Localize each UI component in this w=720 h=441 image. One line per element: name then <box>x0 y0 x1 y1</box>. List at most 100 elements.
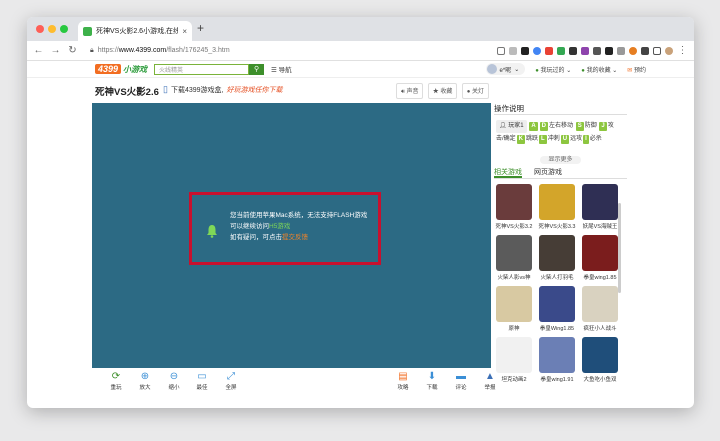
game-name: 妖尾VS海贼王 <box>582 224 618 230</box>
nav-menu-link[interactable]: ☰ 导航 <box>271 64 292 74</box>
game-bottom-bar: ⟳ 重玩 ⊕ 放大 ⊖ 缩小 ▭ 最佳 ⤢ 全屏 ▤ 攻略 ⬇ 下载 ▬ 评论 ▲ 举报 <box>92 369 495 395</box>
star-icon[interactable] <box>509 46 517 55</box>
bell-icon <box>207 225 217 238</box>
game-name: 拳皇wing1.85 <box>583 275 617 281</box>
sound-button[interactable]: 🔊︎ 声音 <box>396 83 424 99</box>
extension-icon[interactable] <box>581 46 589 55</box>
browser-toolbar: ← → ↻ 🔒︎ https://www.4399.com/flash/1762… <box>27 41 694 61</box>
extension-icon[interactable] <box>593 46 601 55</box>
share-icon[interactable] <box>497 46 505 55</box>
report-button[interactable]: ▲ 举报 <box>478 371 502 391</box>
profile-avatar[interactable] <box>665 46 673 55</box>
fit-button[interactable]: ▭ 最佳 <box>190 371 214 391</box>
favorite-label: 收藏 <box>440 89 453 95</box>
minimize-window-button[interactable] <box>48 25 56 33</box>
special-label: 必杀 <box>589 136 602 142</box>
promo-text: 下载4399游戏盒, <box>170 86 224 94</box>
extension-icons: ⋮ <box>497 45 688 56</box>
game-tile[interactable]: 大鱼吃小鱼双 <box>580 337 620 385</box>
tab-related-games[interactable]: 相关游戏 <box>494 167 522 178</box>
confirm-label: 击/确定 <box>496 136 516 142</box>
game-tile[interactable]: 火柴人影vs神 <box>494 235 534 283</box>
notice-line-2-prefix: 可以继续访问 <box>230 223 269 230</box>
game-tile[interactable]: 疯狂小人战斗 <box>580 286 620 334</box>
notice-line-3: 如有疑问，可点击提交反馈 <box>230 232 367 243</box>
menu-icon[interactable]: ⋮ <box>677 45 688 56</box>
guide-button[interactable]: ▤ 攻略 <box>391 371 415 391</box>
tab-close-icon[interactable]: × <box>182 27 187 36</box>
maximize-window-button[interactable] <box>60 25 68 33</box>
search-input[interactable]: 火线精英 <box>154 63 250 75</box>
zoom-out-icon: ⊖ <box>169 371 179 382</box>
game-tile[interactable]: 死神VS火影3.2 <box>494 184 534 232</box>
zoom-in-icon: ⊕ <box>140 371 150 382</box>
site-favicon-icon <box>83 26 92 36</box>
scrollbar[interactable] <box>618 203 621 293</box>
checkin-link[interactable]: ✉ 预约 <box>627 65 646 74</box>
game-tile[interactable]: 妖尾VS海贼王 <box>580 184 620 232</box>
sidebar-icon[interactable] <box>653 46 661 55</box>
zoom-in-button[interactable]: ⊕ 放大 <box>133 371 157 391</box>
show-more-button[interactable]: 显示更多 <box>540 156 581 164</box>
tab-web-games[interactable]: 网页游戏 <box>534 167 562 178</box>
extension-icon[interactable] <box>545 46 553 55</box>
key-j: J <box>599 122 607 131</box>
new-tab-button[interactable]: + <box>197 21 204 35</box>
game-thumbnail <box>582 235 618 271</box>
game-tile[interactable]: 拳皇Wing1.85 <box>537 286 577 334</box>
extension-icon[interactable] <box>617 46 625 55</box>
game-name: 原神 <box>508 326 520 332</box>
notice-line-3-prefix: 如有疑问，可点击 <box>230 234 282 241</box>
reload-icon[interactable]: ↻ <box>67 45 78 56</box>
address-bar[interactable]: 🔒︎ https://www.4399.com/flash/176245_3.h… <box>84 47 444 55</box>
site-logo[interactable]: 4399 <box>95 64 122 74</box>
download-button[interactable]: ⬇ 下载 <box>420 371 444 391</box>
download-promo[interactable]: ▯ 下载4399游戏盒, 好玩游戏任你下载 <box>163 84 282 95</box>
comment-button[interactable]: ▬ 评论 <box>449 371 473 391</box>
browser-window: 死神VS火影2.6小游戏,在线玩,4 × + ← → ↻ 🔒︎ https://… <box>27 17 694 408</box>
my-games-link[interactable]: ● 我玩过的 ⌄ <box>535 65 571 74</box>
fullscreen-button[interactable]: ⤢ 全屏 <box>219 371 243 391</box>
game-tile[interactable]: 原神 <box>494 286 534 334</box>
game-tile[interactable]: 拳皇wing1.91 <box>537 337 577 385</box>
bottom-button-label: 最佳 <box>196 385 208 391</box>
side-panel: 操作说明 👤︎ 玩家1 A D 左右移动 S 防御 J攻 击/确定 K 跳跃 L 冲刺 U 远攻 I… <box>494 103 627 383</box>
zoom-out-button[interactable]: ⊖ 缩小 <box>162 371 186 391</box>
user-menu[interactable]: e*昵 ⌄ <box>485 63 526 75</box>
game-tile[interactable]: 火柴人打羽毛 <box>537 235 577 283</box>
game-canvas[interactable]: 您当前使用苹果Mac系统，无法支持FLASH游戏 可以继续访问H5游戏 如有疑问… <box>92 103 491 368</box>
controls-description: 👤︎ 玩家1 A D 左右移动 S 防御 J攻 击/确定 K 跳跃 L 冲刺 U 远攻 I 必杀 <box>494 115 627 151</box>
nav-label: 导航 <box>278 67 292 74</box>
game-tile[interactable]: 死神VS火影3.3 <box>537 184 577 232</box>
key-i: I <box>583 135 589 144</box>
refresh-button[interactable]: ⟳ 重玩 <box>104 371 128 391</box>
feedback-link[interactable]: 提交反馈 <box>282 234 308 241</box>
notice-line-1: 您当前使用苹果Mac系统，无法支持FLASH游戏 <box>230 212 368 219</box>
site-logo-sub[interactable]: 小游戏 <box>123 64 147 75</box>
favorite-button[interactable]: ★ 收藏 <box>427 83 458 99</box>
extension-icon[interactable] <box>533 46 541 55</box>
move-label: 左右移动 <box>549 123 574 129</box>
extension-icon[interactable] <box>557 46 565 55</box>
game-tile[interactable]: 拳皇wing1.85 <box>580 235 620 283</box>
favorites-link[interactable]: ● 我的收藏 ⌄ <box>581 65 617 74</box>
lights-off-button[interactable]: ● 关灯 <box>461 83 489 99</box>
h5-games-link[interactable]: H5游戏 <box>269 223 290 230</box>
forward-icon[interactable]: → <box>50 45 61 56</box>
extension-icon[interactable] <box>569 46 577 55</box>
back-icon[interactable]: ← <box>33 45 44 56</box>
attack-label: 攻 <box>607 123 614 129</box>
defend-label: 防御 <box>584 123 597 129</box>
fit-icon: ▭ <box>197 371 207 382</box>
refresh-icon: ⟳ <box>111 371 121 382</box>
extension-icon[interactable] <box>605 46 613 55</box>
bottom-button-label: 重玩 <box>110 385 122 391</box>
extension-icon[interactable] <box>521 46 529 55</box>
extension-icon[interactable] <box>629 46 637 55</box>
key-s: S <box>575 122 584 131</box>
bottom-button-label: 下载 <box>426 385 438 391</box>
tab-active[interactable]: 死神VS火影2.6小游戏,在线玩,4 × <box>78 21 192 41</box>
close-window-button[interactable] <box>36 25 44 33</box>
puzzle-icon[interactable] <box>641 46 649 55</box>
search-button[interactable]: ⚲ <box>249 63 265 75</box>
